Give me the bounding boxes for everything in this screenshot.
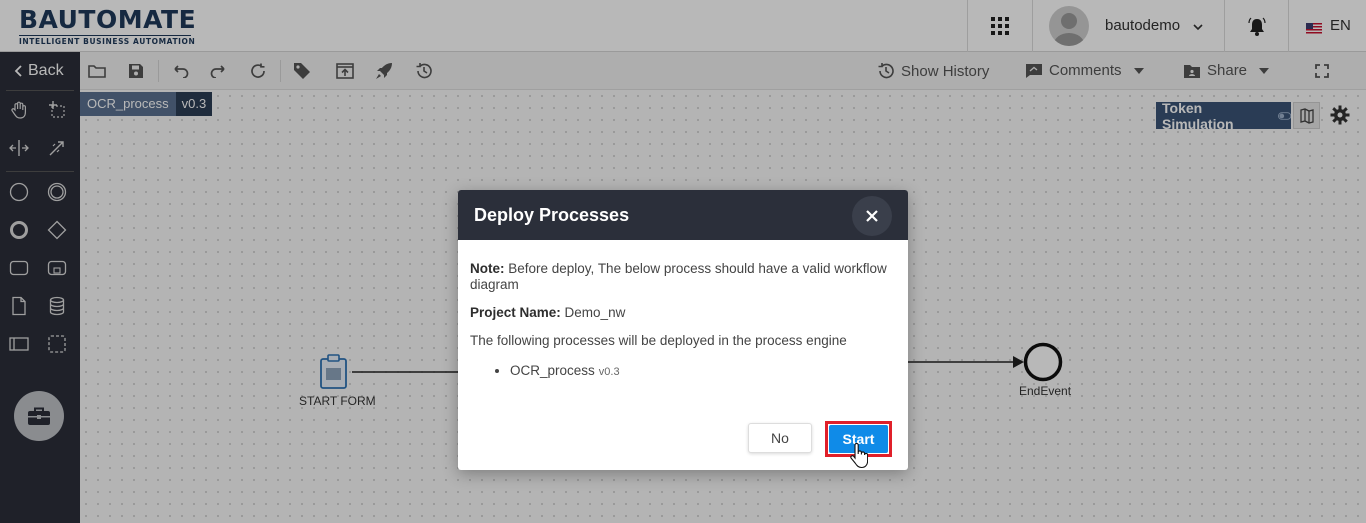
project-name-row: Project Name: Demo_nw xyxy=(470,305,896,321)
dialog-header: Deploy Processes xyxy=(458,190,908,240)
close-button[interactable] xyxy=(852,196,892,236)
deploy-note: Note: Before deploy, The below process s… xyxy=(470,261,896,293)
project-name-label: Project Name: xyxy=(470,305,561,320)
following-processes-text: The following processes will be deployed… xyxy=(470,333,847,348)
note-label: Note: xyxy=(470,261,505,276)
hand-pointer-icon xyxy=(850,442,869,474)
process-item-name: OCR_process xyxy=(510,363,595,378)
note-text: Before deploy, The below process should … xyxy=(470,261,887,292)
process-item-version: v0.3 xyxy=(598,366,620,378)
deploy-processes-dialog: Deploy Processes Note: Before deploy, Th… xyxy=(458,190,908,470)
no-button[interactable]: No xyxy=(748,423,812,453)
close-icon xyxy=(866,210,878,222)
list-item: OCR_processv0.3 xyxy=(510,363,896,380)
dialog-title: Deploy Processes xyxy=(474,204,630,225)
dialog-body: Note: Before deploy, The below process s… xyxy=(458,240,908,380)
project-name-value: Demo_nw xyxy=(560,305,626,320)
process-list: OCR_processv0.3 xyxy=(470,363,896,380)
